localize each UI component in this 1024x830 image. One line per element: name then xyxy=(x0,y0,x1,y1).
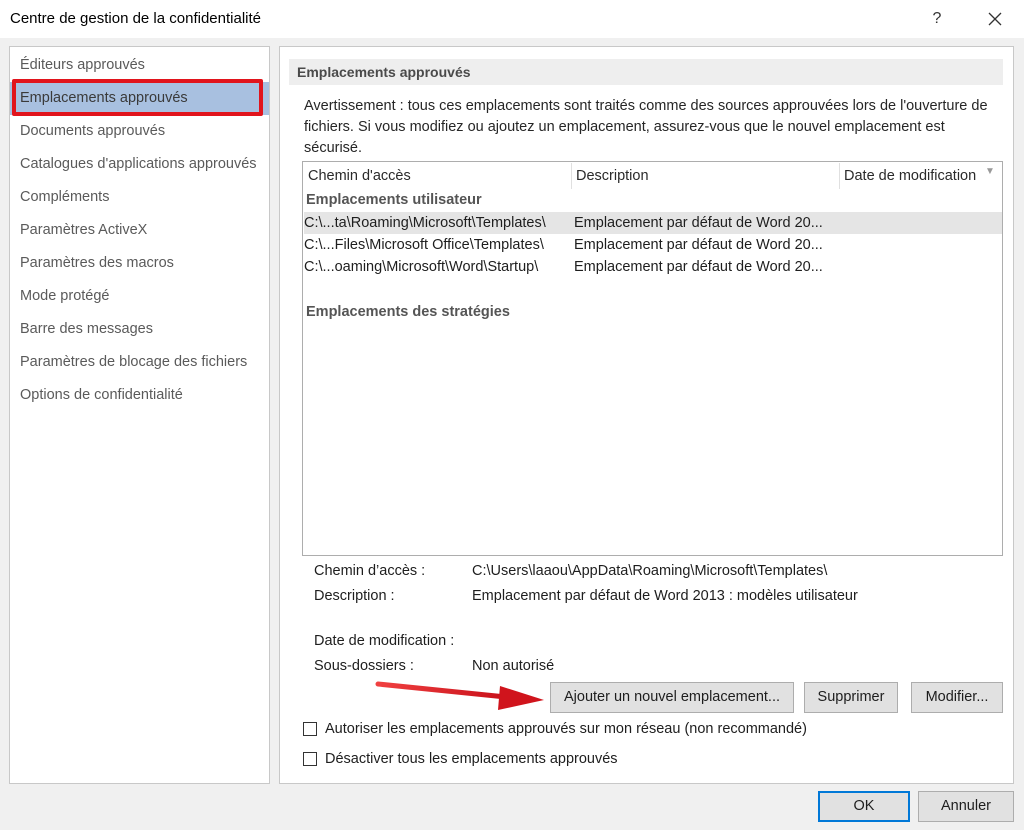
detail-path-value: C:\Users\laaou\AppData\Roaming\Microsoft… xyxy=(472,563,828,579)
detail-subfolders-value: Non autorisé xyxy=(472,658,555,674)
modify-button[interactable]: Modifier... xyxy=(911,682,1003,713)
detail-path-label: Chemin d’accès : xyxy=(314,563,425,579)
row-description: Emplacement par défaut de Word 20... xyxy=(574,215,823,231)
row-path: C:\...Files\Microsoft Office\Templates\ xyxy=(304,237,544,253)
disable-all-label[interactable]: Désactiver tous les emplacements approuv… xyxy=(325,751,618,767)
table-row[interactable]: C:\...Files\Microsoft Office\Templates\ … xyxy=(304,234,1002,256)
help-button[interactable]: ? xyxy=(914,0,960,38)
detail-date-label: Date de modification : xyxy=(314,633,455,649)
sidebar-item-file-block-settings[interactable]: Paramètres de blocage des fichiers xyxy=(10,346,269,379)
sidebar-item-trusted-documents[interactable]: Documents approuvés xyxy=(10,115,269,148)
column-header-path[interactable]: Chemin d'accès xyxy=(304,163,571,189)
sidebar-item-addins[interactable]: Compléments xyxy=(10,181,269,214)
column-header-date[interactable]: Date de modification xyxy=(840,163,1000,189)
remove-button[interactable]: Supprimer xyxy=(804,682,898,713)
detail-path-label-text: Chemin d’accès : xyxy=(314,563,426,579)
group-user-locations: Emplacements utilisateur xyxy=(306,192,482,208)
row-description: Emplacement par défaut de Word 20... xyxy=(574,259,823,275)
window-title: Centre de gestion de la confidentialité xyxy=(10,10,262,27)
sidebar: Éditeurs approuvés Emplacements approuvé… xyxy=(9,46,270,784)
table-row[interactable]: C:\...ta\Roaming\Microsoft\Templates\ Em… xyxy=(304,212,1002,234)
section-title: Emplacements approuvés xyxy=(289,59,1003,85)
add-location-button[interactable]: Ajouter un nouvel emplacement... xyxy=(550,682,794,713)
close-icon xyxy=(988,12,1002,26)
detail-subfolders-label: Sous-dossiers : xyxy=(314,658,414,674)
column-header-description[interactable]: Description xyxy=(572,163,838,189)
ok-button[interactable]: OK xyxy=(818,791,910,822)
sidebar-item-protected-view[interactable]: Mode protégé xyxy=(10,280,269,313)
sidebar-item-privacy-options[interactable]: Options de confidentialité xyxy=(10,379,269,412)
sidebar-item-message-bar[interactable]: Barre des messages xyxy=(10,313,269,346)
table-row[interactable]: C:\...oaming\Microsoft\Word\Startup\ Emp… xyxy=(304,256,1002,278)
sort-arrow-icon: ▼ xyxy=(985,166,995,177)
annotation-arrow-icon xyxy=(375,681,544,710)
row-description: Emplacement par défaut de Word 20... xyxy=(574,237,823,253)
sidebar-item-trusted-publishers[interactable]: Éditeurs approuvés xyxy=(10,49,269,82)
title-bar: Centre de gestion de la confidentialité … xyxy=(0,0,1024,38)
disable-all-checkbox[interactable] xyxy=(303,752,317,766)
detail-description-label: Description : xyxy=(314,588,395,604)
close-button[interactable] xyxy=(972,0,1018,38)
row-path: C:\...ta\Roaming\Microsoft\Templates\ xyxy=(304,215,546,231)
sidebar-item-trusted-locations[interactable]: Emplacements approuvés xyxy=(10,82,269,115)
allow-network-checkbox[interactable] xyxy=(303,722,317,736)
row-path: C:\...oaming\Microsoft\Word\Startup\ xyxy=(304,259,539,275)
sidebar-item-activex-settings[interactable]: Paramètres ActiveX xyxy=(10,214,269,247)
allow-network-label[interactable]: Autoriser les emplacements approuvés sur… xyxy=(325,721,807,737)
sidebar-item-trusted-app-catalogs[interactable]: Catalogues d'applications approuvés xyxy=(10,148,269,181)
warning-text: Avertissement : tous ces emplacements so… xyxy=(304,98,988,156)
group-policy-locations: Emplacements des stratégies xyxy=(306,304,510,320)
detail-description-value: Emplacement par défaut de Word 2013 : mo… xyxy=(472,588,858,604)
sidebar-item-macro-settings[interactable]: Paramètres des macros xyxy=(10,247,269,280)
cancel-button[interactable]: Annuler xyxy=(918,791,1014,822)
